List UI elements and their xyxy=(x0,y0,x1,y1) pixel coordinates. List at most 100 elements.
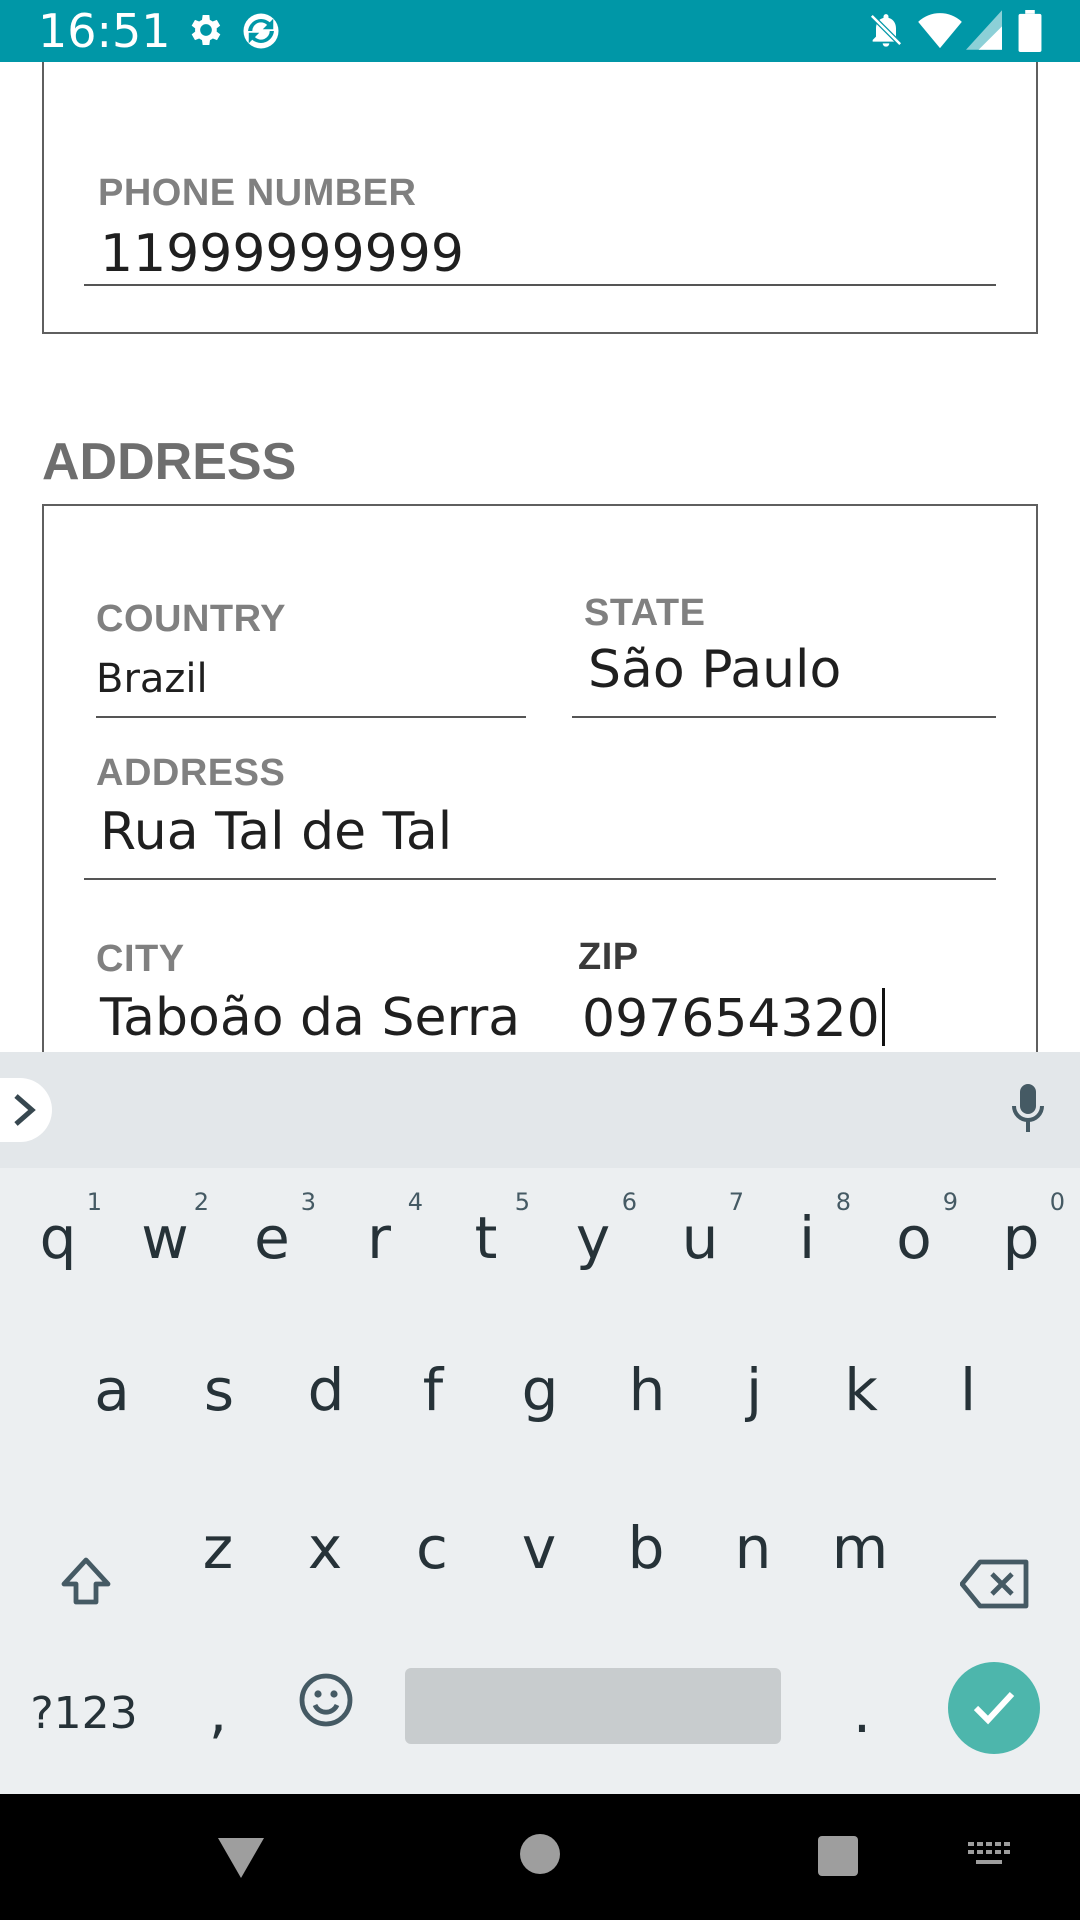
wifi-icon xyxy=(918,10,962,55)
key-b[interactable]: b xyxy=(596,1478,696,1588)
comma-key[interactable]: , xyxy=(168,1642,268,1752)
key-label: s xyxy=(203,1356,235,1424)
address-section-title: ADDRESS xyxy=(42,433,297,491)
key-i[interactable]: 8i xyxy=(757,1168,857,1278)
key-label: n xyxy=(734,1514,772,1582)
key-k[interactable]: k xyxy=(811,1320,911,1430)
key-u[interactable]: 7u xyxy=(650,1168,750,1278)
key-label: z xyxy=(202,1514,234,1582)
navigation-bar xyxy=(0,1794,1080,1920)
key-label: u xyxy=(681,1204,719,1272)
key-m[interactable]: m xyxy=(810,1478,910,1588)
key-p[interactable]: 0p xyxy=(971,1168,1071,1278)
zip-field[interactable]: 097654320 xyxy=(582,988,885,1049)
key-label: o xyxy=(896,1204,932,1272)
phone-value[interactable]: 11999999999 xyxy=(100,224,464,284)
key-label: k xyxy=(844,1356,878,1424)
microphone-icon[interactable] xyxy=(1008,1082,1048,1141)
state-value[interactable]: São Paulo xyxy=(588,640,841,700)
key-y[interactable]: 6y xyxy=(543,1168,643,1278)
backspace-key[interactable] xyxy=(944,1528,1044,1638)
phone-underline xyxy=(84,284,996,286)
expand-toolbar-button[interactable] xyxy=(0,1078,52,1142)
keyboard: 1q2w3e4r5t6y7u8i9o0p a s d f g h j k l z x c v b nm ?… xyxy=(0,1168,1080,1794)
key-v[interactable]: v xyxy=(489,1478,589,1588)
keyboard-suggestion-strip xyxy=(0,1052,1080,1168)
address-value[interactable]: Rua Tal de Tal xyxy=(100,802,452,862)
contact-card: PHONE NUMBER 11999999999 xyxy=(42,62,1038,334)
key-label: y xyxy=(575,1204,611,1272)
key-d[interactable]: d xyxy=(276,1320,376,1430)
key-label: m xyxy=(831,1514,889,1582)
notifications-off-icon xyxy=(866,10,906,55)
key-label: d xyxy=(307,1356,345,1424)
check-icon xyxy=(973,1691,1015,1725)
key-label: b xyxy=(627,1514,665,1582)
status-bar: 16:51 xyxy=(0,0,1080,62)
key-label: j xyxy=(745,1356,763,1424)
shift-key[interactable] xyxy=(36,1528,136,1638)
key-label: v xyxy=(521,1514,557,1582)
zip-value[interactable]: 097654320 xyxy=(582,989,880,1049)
period-key[interactable]: . xyxy=(812,1642,912,1752)
key-x[interactable]: x xyxy=(275,1478,375,1588)
key-h[interactable]: h xyxy=(597,1320,697,1430)
recents-icon[interactable] xyxy=(818,1836,858,1881)
emoji-icon xyxy=(299,1673,353,1727)
status-time: 16:51 xyxy=(38,4,171,58)
key-label: q xyxy=(39,1204,77,1272)
key-label: a xyxy=(94,1356,130,1424)
symbols-key[interactable]: ?123 xyxy=(24,1642,144,1752)
battery-icon xyxy=(1018,10,1042,57)
back-icon[interactable] xyxy=(216,1836,266,1885)
key-j[interactable]: j xyxy=(704,1320,804,1430)
city-label: CITY xyxy=(96,938,185,980)
key-g[interactable]: g xyxy=(490,1320,590,1430)
home-icon[interactable] xyxy=(520,1834,560,1879)
key-f[interactable]: f xyxy=(383,1320,483,1430)
country-label: COUNTRY xyxy=(96,598,286,640)
spacebar[interactable] xyxy=(405,1668,781,1744)
key-label: l xyxy=(959,1356,977,1424)
address-card: COUNTRY Brazil STATE São Paulo ADDRESS R… xyxy=(42,504,1038,1052)
key-label: c xyxy=(416,1514,448,1582)
key-label: x xyxy=(307,1514,343,1582)
state-underline xyxy=(572,716,996,718)
sync-icon xyxy=(240,10,282,57)
text-cursor xyxy=(881,988,885,1046)
key-e[interactable]: 3e xyxy=(222,1168,322,1278)
key-s[interactable]: s xyxy=(169,1320,269,1430)
address-label: ADDRESS xyxy=(96,752,286,794)
key-label: i xyxy=(798,1204,816,1272)
key-label: r xyxy=(367,1204,391,1272)
key-label: h xyxy=(628,1356,666,1424)
phone-label: PHONE NUMBER xyxy=(98,172,417,214)
key-label: t xyxy=(474,1204,498,1272)
keyboard-switch-icon[interactable] xyxy=(968,1842,1010,1873)
key-c[interactable]: c xyxy=(382,1478,482,1588)
country-value[interactable]: Brazil xyxy=(96,656,208,702)
key-label: f xyxy=(422,1356,444,1424)
form-content[interactable]: PHONE NUMBER 11999999999 ADDRESS COUNTRY… xyxy=(0,62,1080,1052)
key-a[interactable]: a xyxy=(62,1320,162,1430)
zip-label: ZIP xyxy=(578,936,639,978)
key-label: w xyxy=(141,1204,189,1272)
key-o[interactable]: 9o xyxy=(864,1168,964,1278)
country-underline xyxy=(96,716,526,718)
key-label: e xyxy=(254,1204,290,1272)
key-z[interactable]: z xyxy=(168,1478,268,1588)
done-key[interactable] xyxy=(948,1662,1040,1754)
gear-icon xyxy=(186,10,226,55)
key-l[interactable]: l xyxy=(918,1320,1018,1430)
key-n[interactable]: n xyxy=(703,1478,803,1588)
emoji-key[interactable] xyxy=(276,1642,376,1752)
signal-icon xyxy=(966,10,1002,55)
city-value[interactable]: Taboão da Serra xyxy=(100,988,520,1048)
key-q[interactable]: 1q xyxy=(8,1168,108,1278)
key-r[interactable]: 4r xyxy=(329,1168,429,1278)
key-t[interactable]: 5t xyxy=(436,1168,536,1278)
key-label: g xyxy=(521,1356,559,1424)
key-label: p xyxy=(1002,1204,1040,1272)
key-w[interactable]: 2w xyxy=(115,1168,215,1278)
address-underline xyxy=(84,878,996,880)
